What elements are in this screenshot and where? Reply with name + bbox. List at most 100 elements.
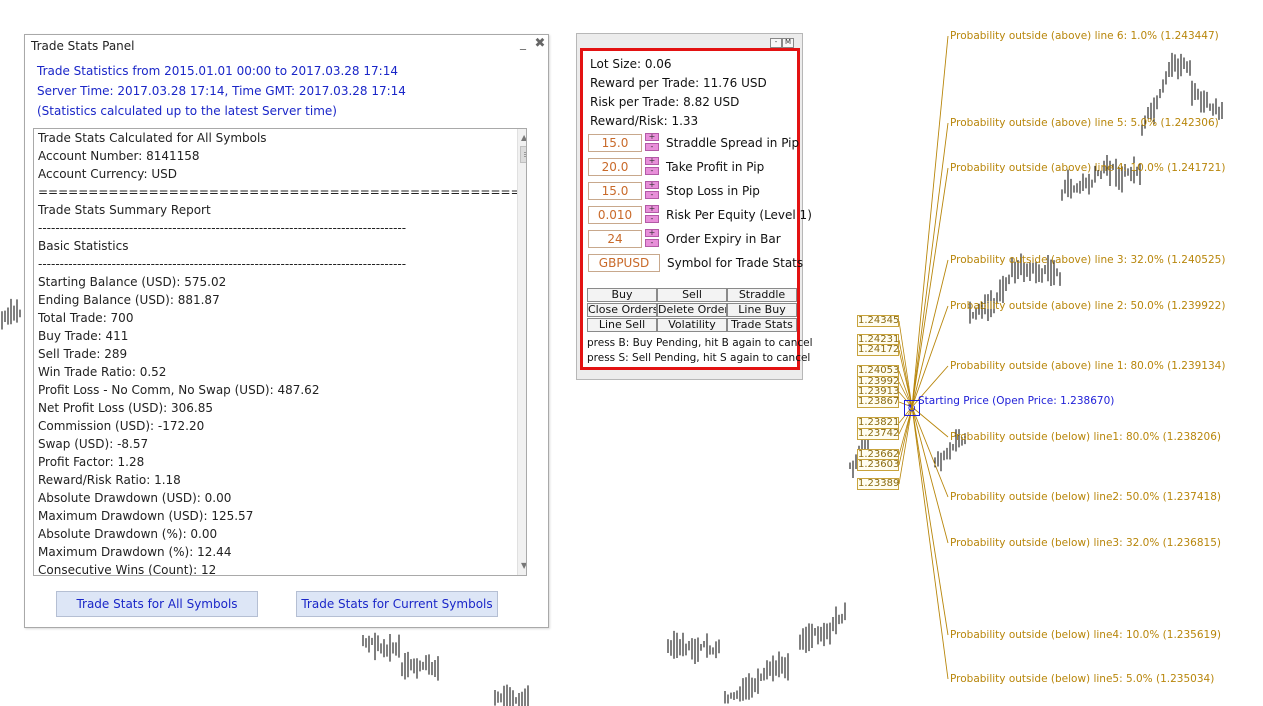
stats-period-text: Trade Statistics from 2015.01.01 00:00 t…: [37, 64, 398, 78]
report-line: ----------------------------------------…: [38, 257, 407, 271]
stop-loss-input[interactable]: 15.0: [588, 182, 642, 200]
scroll-down-icon[interactable]: ▼: [521, 561, 526, 570]
report-line: Total Trade: 700: [38, 311, 134, 325]
report-line: Swap (USD): -8.57: [38, 437, 149, 451]
line-sell-button[interactable]: Line Sell: [587, 318, 657, 332]
report-line: Trade Stats Calculated for All Symbols: [38, 131, 267, 145]
probability-label: Probability outside (above) line 4: 10.0…: [950, 162, 1226, 174]
straddle-panel: - M Lot Size: 0.06 Reward per Trade: 11.…: [576, 33, 813, 380]
price-level-label: 1.24345: [857, 315, 900, 327]
straddle-spread-label: Straddle Spread in Pip: [666, 136, 800, 150]
report-line: Maximum Drawdown (USD): 125.57: [38, 509, 254, 523]
report-line: Commission (USD): -172.20: [38, 419, 205, 433]
report-line: Absolute Drawdown (USD): 0.00: [38, 491, 232, 505]
straddle-spread-minus-button[interactable]: -: [645, 143, 659, 151]
risk-per-trade-text: Risk per Trade: 8.82 USD: [590, 95, 740, 109]
report-line: Profit Loss - No Comm, No Swap (USD): 48…: [38, 383, 320, 397]
line-buy-button[interactable]: Line Buy: [727, 303, 797, 317]
starting-price-label: Starting Price (Open Price: 1.238670): [918, 395, 1115, 407]
report-line: Account Number: 8141158: [38, 149, 200, 163]
scroll-thumb[interactable]: [520, 146, 526, 163]
probability-label: Probability outside (above) line 1: 80.0…: [950, 360, 1226, 372]
take-profit-plus-button[interactable]: +: [645, 157, 659, 165]
report-line: Reward/Risk Ratio: 1.18: [38, 473, 181, 487]
report-scrollbar[interactable]: ▲ ▼: [517, 129, 526, 575]
trade-stats-current-symbols-button[interactable]: Trade Stats for Current Symbols: [296, 591, 498, 617]
starting-price-icon: ↻: [907, 402, 917, 415]
straddle-spread-input[interactable]: 15.0: [588, 134, 642, 152]
report-line: Win Trade Ratio: 0.52: [38, 365, 167, 379]
probability-fan-lines: [898, 35, 949, 680]
straddle-controls: Lot Size: 0.06 Reward per Trade: 11.76 U…: [580, 48, 813, 370]
report-line: ========================================…: [38, 185, 527, 199]
trade-stats-panel: Trade Stats Panel _ ✖ Trade Statistics f…: [24, 34, 549, 628]
order-expiry-label: Order Expiry in Bar: [666, 232, 781, 246]
price-level-label: 1.24172: [857, 344, 900, 356]
report-line: Absolute Drawdown (%): 0.00: [38, 527, 218, 541]
stop-loss-plus-button[interactable]: +: [645, 181, 659, 189]
report-line: Trade Stats Summary Report: [38, 203, 211, 217]
panel-title: Trade Stats Panel: [31, 39, 135, 53]
report-line: Starting Balance (USD): 575.02: [38, 275, 227, 289]
report-line: Ending Balance (USD): 881.87: [38, 293, 220, 307]
risk-per-equity-minus-button[interactable]: -: [645, 215, 659, 223]
report-line: ----------------------------------------…: [38, 221, 407, 235]
buy-button[interactable]: Buy: [587, 288, 657, 302]
report-line: Maximum Drawdown (%): 12.44: [38, 545, 232, 559]
order-expiry-plus-button[interactable]: +: [645, 229, 659, 237]
probability-label: Probability outside (below) line2: 50.0%…: [950, 491, 1221, 503]
price-level-label: 1.23389: [857, 478, 900, 490]
probability-label: Probability outside (below) line3: 32.0%…: [950, 537, 1221, 549]
reward-per-trade-text: Reward per Trade: 11.76 USD: [590, 76, 767, 90]
probability-line: [911, 406, 949, 498]
price-level-label: 1.23603: [857, 459, 900, 471]
price-level-connector: [898, 349, 913, 408]
probability-line: [911, 259, 949, 408]
probability-label: Probability outside (below) line5: 5.0% …: [950, 673, 1215, 685]
probability-label: Probability outside (above) line 5: 5.0%…: [950, 117, 1219, 129]
straddle-spread-plus-button[interactable]: +: [645, 133, 659, 141]
report-line: Net Profit Loss (USD): 306.85: [38, 401, 213, 415]
take-profit-input[interactable]: 20.0: [588, 158, 642, 176]
risk-per-equity-label: Risk Per Equity (Level 1): [666, 208, 812, 222]
report-line: Basic Statistics: [38, 239, 129, 253]
risk-per-equity-input[interactable]: 0.010: [588, 206, 642, 224]
probability-line: [911, 406, 949, 680]
sell-pending-hint: press S: Sell Pending, hit S again to ca…: [587, 352, 811, 364]
close-orders-button[interactable]: Close Orders: [587, 303, 657, 317]
sell-button[interactable]: Sell: [657, 288, 727, 302]
report-line: Account Currency: USD: [38, 167, 177, 181]
stats-report-list[interactable]: Trade Stats Calculated for All Symbols Ac…: [33, 128, 527, 576]
symbol-input[interactable]: GBPUSD: [588, 254, 660, 272]
server-time-text: Server Time: 2017.03.28 17:14, Time GMT:…: [37, 84, 406, 98]
trade-stats-button[interactable]: Trade Stats: [727, 318, 797, 332]
delete-orders-button[interactable]: Delete Orders: [657, 303, 727, 317]
order-expiry-input[interactable]: 24: [588, 230, 642, 248]
risk-per-equity-plus-button[interactable]: +: [645, 205, 659, 213]
stats-note-text: (Statistics calculated up to the latest …: [37, 104, 337, 118]
lot-size-text: Lot Size: 0.06: [590, 57, 672, 71]
reward-risk-text: Reward/Risk: 1.33: [590, 114, 699, 128]
panel-minimize-button[interactable]: -: [770, 38, 782, 48]
take-profit-label: Take Profit in Pip: [666, 160, 765, 174]
report-line: Buy Trade: 411: [38, 329, 129, 343]
scroll-up-icon[interactable]: ▲: [521, 133, 526, 142]
take-profit-minus-button[interactable]: -: [645, 167, 659, 175]
probability-label: Probability outside (above) line 6: 1.0%…: [950, 30, 1219, 42]
buy-pending-hint: press B: Buy Pending, hit B again to can…: [587, 337, 813, 349]
probability-label: Probability outside (above) line 3: 32.0…: [950, 254, 1226, 266]
panel-maximize-button[interactable]: M: [782, 38, 794, 48]
probability-line: [911, 122, 949, 408]
report-line: Sell Trade: 289: [38, 347, 128, 361]
symbol-label: Symbol for Trade Stats: [667, 256, 804, 270]
probability-line: [911, 305, 949, 408]
stop-loss-minus-button[interactable]: -: [645, 191, 659, 199]
probability-line: [911, 35, 949, 408]
trade-stats-all-symbols-button[interactable]: Trade Stats for All Symbols: [56, 591, 258, 617]
close-button[interactable]: ✖: [533, 37, 547, 51]
order-expiry-minus-button[interactable]: -: [645, 239, 659, 247]
straddle-button[interactable]: Straddle: [727, 288, 797, 302]
probability-line: [911, 167, 949, 408]
volatility-button[interactable]: Volatility: [657, 318, 727, 332]
minimize-button[interactable]: _: [517, 37, 529, 51]
